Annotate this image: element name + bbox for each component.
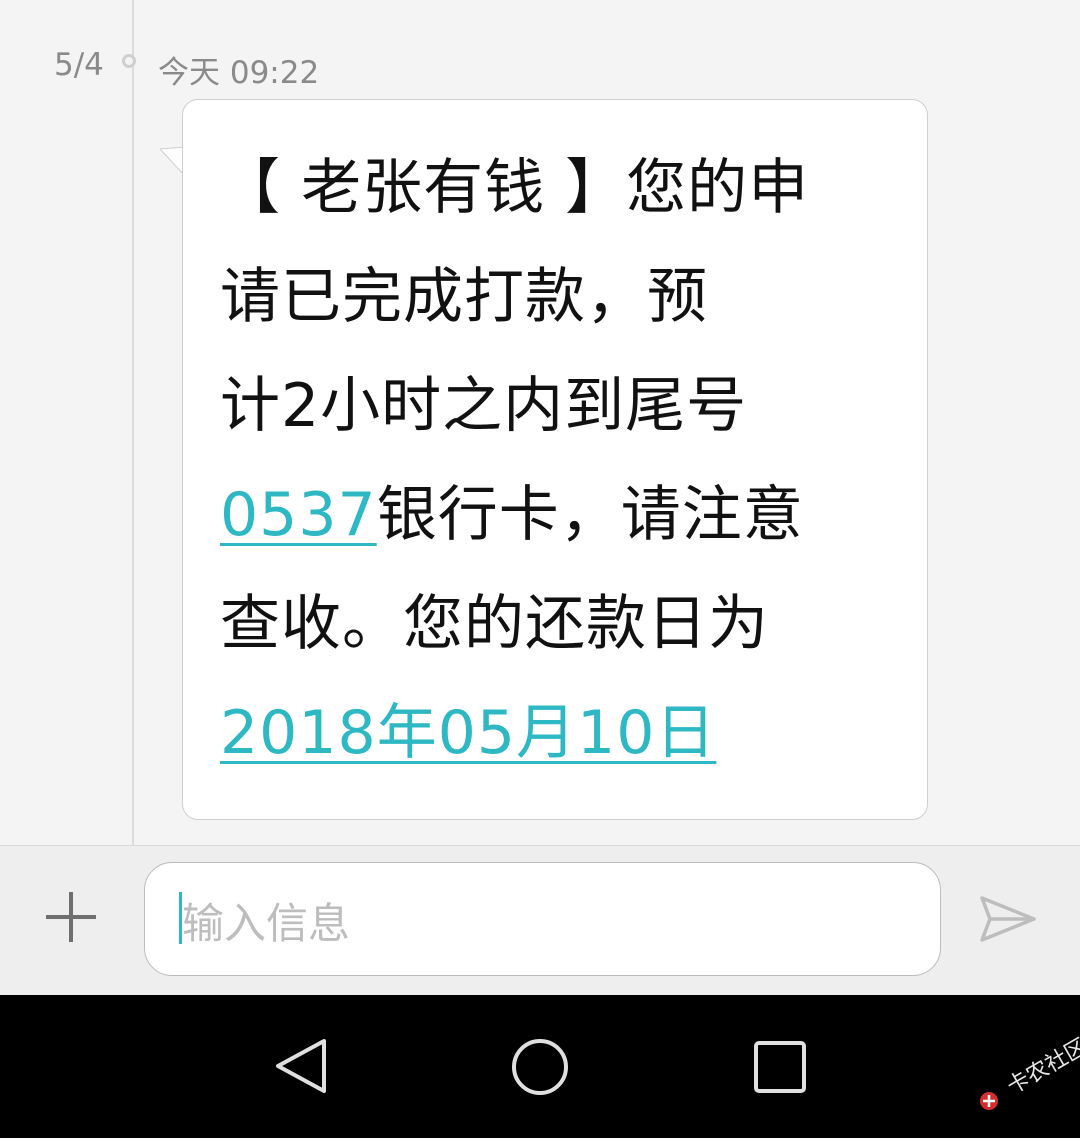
recent-square-icon[interactable] bbox=[752, 1039, 808, 1095]
message-input-placeholder: 输入信息 bbox=[182, 899, 351, 948]
message-line: 查收。您的还款日为 bbox=[220, 589, 769, 659]
message-line: 【 老张有钱 】您的申 bbox=[220, 153, 810, 223]
message-text: 【 老张有钱 】您的申 请已完成打款，预 计2小时之内到尾号 0537银行卡，请… bbox=[220, 134, 900, 788]
message-line: 0537银行卡，请注意 bbox=[220, 461, 900, 570]
message-line: 计2小时之内到尾号 bbox=[220, 371, 748, 441]
timeline-dot bbox=[122, 54, 136, 68]
back-triangle-icon[interactable] bbox=[272, 1035, 330, 1097]
due-date-link[interactable]: 2018年05月10日 bbox=[220, 698, 716, 768]
card-number-link[interactable]: 0537 bbox=[220, 480, 377, 550]
message-line: 请已完成打款，预 bbox=[220, 262, 708, 332]
home-circle-icon[interactable] bbox=[510, 1037, 570, 1097]
plus-icon[interactable] bbox=[42, 888, 100, 946]
message-date: 5/4 bbox=[54, 47, 104, 83]
message-line: 2018年05月10日 bbox=[220, 679, 900, 788]
timeline-line bbox=[132, 0, 134, 845]
message-time: 今天 09:22 bbox=[158, 55, 320, 91]
message-thread: 5/4 今天 09:22 【 老张有钱 】您的申 请已完成打款，预 计2小时之内… bbox=[0, 0, 1080, 845]
message-line-rest: 银行卡，请注意 bbox=[376, 480, 804, 550]
send-icon[interactable] bbox=[978, 894, 1038, 944]
